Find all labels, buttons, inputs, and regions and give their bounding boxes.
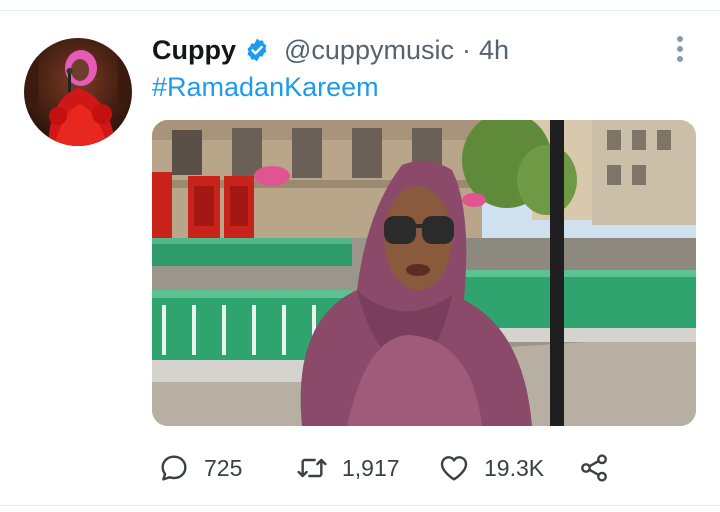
- retweet-icon: [297, 458, 327, 478]
- separator-dot: ·: [461, 34, 471, 65]
- bottom-divider: [0, 505, 720, 506]
- retweet-count: 1,917: [342, 454, 400, 481]
- hashtag-link[interactable]: #RamadanKareem: [152, 72, 379, 103]
- top-divider: [0, 10, 720, 11]
- more-dot: [677, 56, 683, 62]
- like-count: 19.3K: [484, 454, 545, 481]
- author-avatar[interactable]: [24, 38, 132, 146]
- share-icon: [581, 454, 607, 482]
- tweet-actions: 725 1,917 19.3K: [0, 448, 720, 488]
- reply-button[interactable]: 725: [158, 448, 242, 488]
- author-handle[interactable]: @cuppymusic: [284, 35, 454, 66]
- more-dot: [677, 36, 683, 42]
- more-options-icon[interactable]: [666, 34, 694, 64]
- more-dot: [677, 46, 683, 52]
- share-button[interactable]: [578, 448, 610, 488]
- like-icon: [440, 456, 468, 481]
- reply-icon: [161, 455, 187, 481]
- author-name[interactable]: Cuppy: [152, 35, 236, 66]
- like-button[interactable]: 19.3K: [438, 448, 544, 488]
- reply-count: 725: [204, 454, 243, 481]
- tweet-header: Cuppy @cuppymusic · 4h: [152, 30, 509, 70]
- tweet-timestamp[interactable]: 4h: [479, 35, 509, 66]
- verified-badge-icon: [247, 38, 267, 62]
- retweet-button[interactable]: 1,917: [296, 448, 400, 488]
- tweet-photo[interactable]: [152, 120, 696, 426]
